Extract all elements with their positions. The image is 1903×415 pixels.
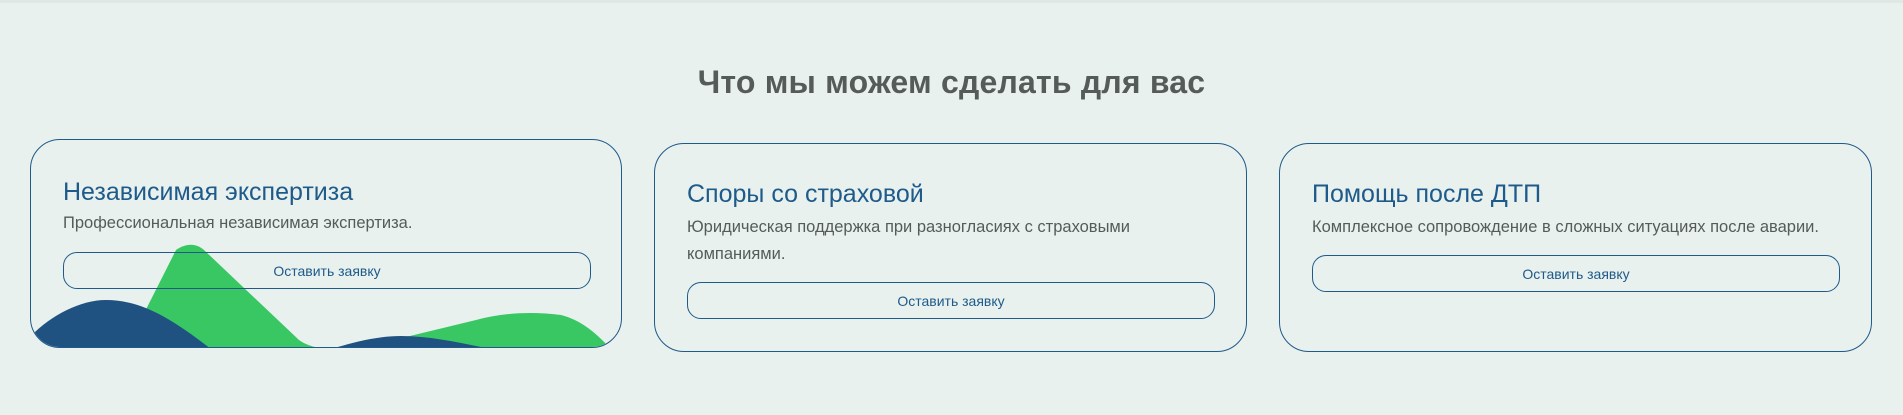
top-divider bbox=[0, 0, 1903, 3]
service-card-expertise: Независимая экспертиза Профессиональная … bbox=[30, 139, 622, 348]
leave-request-button[interactable]: Оставить заявку bbox=[687, 282, 1215, 319]
card-description: Профессиональная независимая экспертиза. bbox=[63, 214, 413, 232]
card-title: Споры со страховой bbox=[687, 180, 924, 208]
card-title: Независимая экспертиза bbox=[63, 178, 354, 206]
section-title: Что мы можем сделать для вас bbox=[697, 64, 1206, 100]
card-wave-decoration bbox=[31, 244, 610, 347]
leave-request-button[interactable]: Оставить заявку bbox=[63, 252, 591, 289]
card-description: Юридическая поддержка при разногласиях с… bbox=[687, 218, 1130, 263]
card-description: Комплексное сопровождение в сложных ситу… bbox=[1312, 218, 1819, 236]
card-title: Помощь после ДТП bbox=[1312, 180, 1542, 208]
leave-request-button[interactable]: Оставить заявку bbox=[1312, 255, 1840, 292]
service-card-insurance-disputes: Споры со страховой Юридическая поддержка… bbox=[654, 143, 1247, 352]
service-card-accident-help: Помощь после ДТП Комплексное сопровожден… bbox=[1279, 143, 1872, 352]
